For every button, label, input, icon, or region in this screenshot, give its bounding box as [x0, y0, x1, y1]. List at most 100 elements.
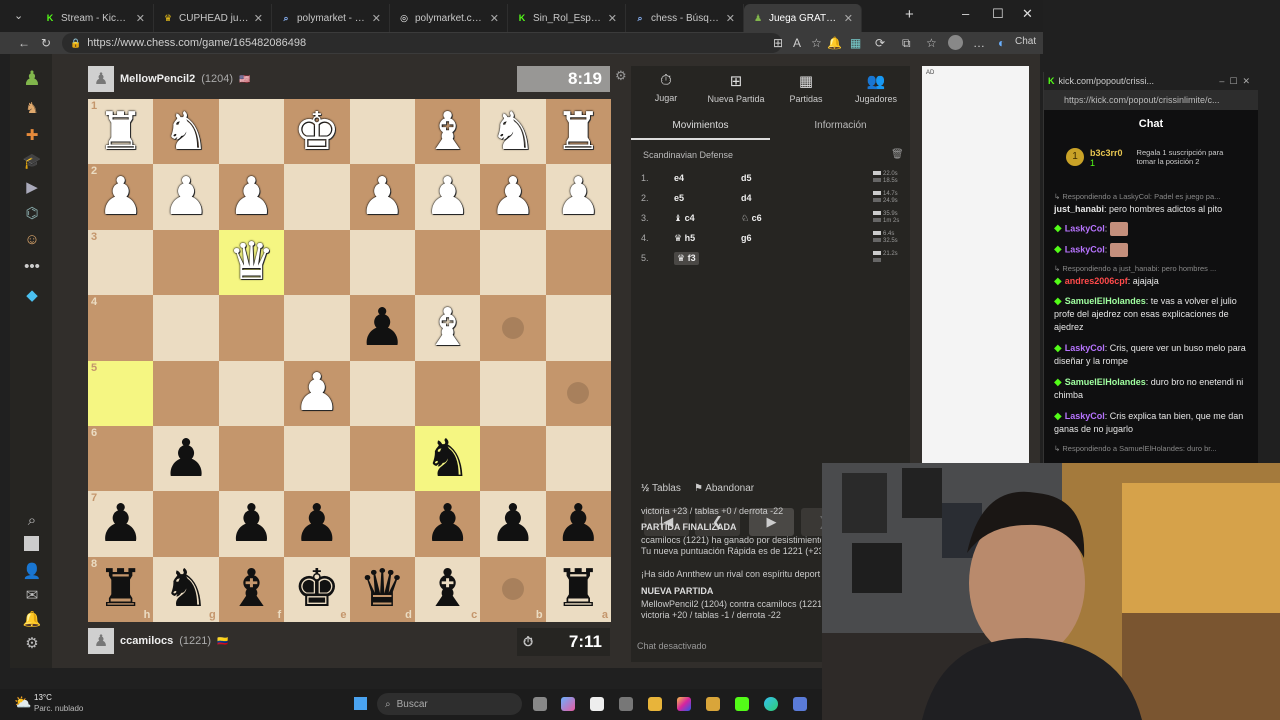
white-knight-piece[interactable]: ♞ — [490, 106, 537, 158]
board-square[interactable]: 5 — [88, 360, 154, 426]
black-king-piece[interactable]: ♚ — [294, 563, 341, 615]
board-square[interactable]: c ♝ — [414, 556, 481, 622]
windows-start-icon[interactable] — [353, 696, 368, 711]
board-square[interactable]: ♜ — [545, 99, 611, 165]
board-square[interactable]: 8 h ♜ — [88, 556, 154, 622]
white-knight-piece[interactable]: ♞ — [163, 106, 210, 158]
chess-board[interactable]: 1 ♜ ♞ ♚ ♝ ♞ ♜ 2 ♟ ♟ ♟ ♟ ♟ ♟ ♟ 3 ♛ 4 ♟ ♝ 5 ♟ 6 ♟ ♞ 7 ♟ ♟ ♟ ♟ ♟ ♟ 8 h ♜ g ♞ f ♝ e… — [88, 99, 611, 622]
move-hint-dot[interactable] — [501, 316, 524, 339]
board-square[interactable] — [349, 229, 415, 296]
white-bishop-piece[interactable]: ♝ — [424, 106, 471, 158]
board-square[interactable] — [218, 99, 285, 165]
black-move[interactable]: d4 — [741, 193, 752, 203]
white-pawn-piece[interactable]: ♟ — [97, 171, 144, 223]
more-menu-icon[interactable]: … — [973, 36, 985, 50]
white-move[interactable]: e5 — [674, 193, 684, 203]
board-square[interactable]: ♟ — [218, 491, 285, 557]
settings-icon[interactable]: ⚙ — [22, 634, 42, 652]
panel-nav-partidas[interactable]: ▦ Partidas — [771, 66, 841, 104]
folder-app-icon[interactable] — [706, 697, 720, 711]
favorite-star-icon[interactable]: ☆ — [811, 36, 822, 50]
board-square[interactable] — [218, 360, 285, 426]
back-icon[interactable]: ← — [18, 36, 30, 50]
copilot-app-icon[interactable] — [561, 697, 575, 711]
white-king-piece[interactable]: ♚ — [294, 106, 341, 158]
black-rook-piece[interactable]: ♜ — [555, 563, 602, 615]
refresh-extension-icon[interactable]: ⟳ — [875, 36, 885, 50]
black-pawn-piece[interactable]: ♟ — [97, 498, 144, 550]
learn-icon[interactable]: 🎓 — [22, 152, 42, 170]
board-square[interactable]: ♟ — [545, 164, 611, 230]
board-square[interactable]: ♟ — [284, 491, 350, 557]
board-square[interactable]: ♝ — [414, 295, 481, 361]
task-view-icon[interactable] — [533, 697, 547, 711]
black-move[interactable]: d5 — [741, 173, 752, 183]
board-square[interactable] — [545, 360, 611, 426]
white-pawn-piece[interactable]: ♟ — [294, 367, 341, 419]
move-hint-dot[interactable] — [567, 382, 590, 405]
board-square[interactable]: ♟ — [153, 164, 219, 230]
black-pawn-piece[interactable]: ♟ — [555, 498, 602, 550]
taskbar-search[interactable]: ⌕ Buscar — [377, 693, 522, 715]
tab-close-icon[interactable]: ✕ — [254, 12, 263, 25]
board-square[interactable] — [480, 229, 546, 296]
settings-app-icon[interactable] — [619, 697, 633, 711]
board-square[interactable]: e ♚ — [284, 556, 350, 622]
copilot-icon[interactable]: ◐ — [998, 36, 1005, 50]
board-square[interactable] — [153, 295, 219, 361]
white-pawn-piece[interactable]: ♟ — [490, 171, 537, 223]
black-pawn-piece[interactable]: ♟ — [490, 498, 537, 550]
white-bishop-piece[interactable]: ♝ — [424, 302, 471, 354]
profile-avatar[interactable] — [948, 35, 963, 50]
board-square[interactable]: ♟ — [414, 164, 481, 230]
weather-icon[interactable]: ⛅ — [14, 694, 31, 711]
split-screen-icon[interactable]: ⧉ — [902, 36, 911, 51]
black-move[interactable]: ♘ c6 — [741, 213, 762, 224]
panel-nav-nueva-partida[interactable]: ⊞ Nueva Partida — [701, 66, 771, 104]
board-square[interactable] — [414, 229, 481, 296]
kick-app-icon[interactable] — [735, 697, 749, 711]
black-bishop-piece[interactable]: ♝ — [424, 563, 471, 615]
board-square[interactable] — [349, 491, 415, 557]
tab-close-icon[interactable]: ✕ — [490, 12, 499, 25]
black-rook-piece[interactable]: ♜ — [97, 563, 144, 615]
white-move[interactable]: ♛ h5 — [674, 233, 695, 244]
black-pawn-piece[interactable]: ♟ — [228, 498, 275, 550]
board-square[interactable]: ♟ — [218, 164, 285, 230]
board-square[interactable]: ♟ — [349, 295, 415, 361]
user-avatar-icon[interactable] — [24, 536, 39, 551]
white-move[interactable]: ♝ c4 — [674, 213, 695, 224]
board-square[interactable]: ♟ — [480, 491, 546, 557]
chat-username[interactable]: just_hanabi — [1054, 204, 1104, 214]
store-app-icon[interactable] — [793, 697, 807, 711]
black-knight-piece[interactable]: ♞ — [163, 563, 210, 615]
board-square[interactable] — [284, 295, 350, 361]
bottom-player-name[interactable]: ccamilocs — [120, 635, 173, 647]
sub-leaderboard[interactable]: 1 b3c3rr0 1 Regala 1 suscripción para to… — [1066, 148, 1225, 168]
copilot-label[interactable]: Chat — [1015, 36, 1036, 47]
board-square[interactable] — [545, 295, 611, 361]
notifications-icon[interactable]: 🔔 — [22, 610, 42, 628]
white-rook-piece[interactable]: ♜ — [555, 106, 602, 158]
chat-username[interactable]: LaskyCol — [1065, 343, 1105, 353]
search-icon[interactable]: ⌕ — [22, 512, 42, 529]
board-square[interactable]: ♟ — [349, 164, 415, 230]
browser-tab[interactable]: ⌕ polymarket - Búsqueda ✕ — [272, 4, 390, 32]
board-square[interactable]: 1 ♜ — [88, 99, 154, 165]
kick-window-controls[interactable]: – ☐ ✕ — [1219, 76, 1250, 87]
board-square[interactable]: ♞ — [480, 99, 546, 165]
board-square[interactable] — [284, 425, 350, 492]
file-explorer-icon[interactable] — [648, 697, 662, 711]
board-square[interactable]: 7 ♟ — [88, 491, 154, 557]
board-square[interactable] — [153, 491, 219, 557]
white-move[interactable]: e4 — [674, 173, 684, 183]
notion-app-icon[interactable] — [590, 697, 604, 711]
chat-username[interactable]: LaskyCol — [1065, 223, 1105, 233]
new-tab-button[interactable]: + — [905, 6, 914, 23]
board-square[interactable]: f ♝ — [218, 556, 285, 622]
board-square[interactable] — [284, 164, 350, 230]
black-pawn-piece[interactable]: ♟ — [294, 498, 341, 550]
browser-tab[interactable]: ♛ CUPHEAD juego gratis c ✕ — [154, 4, 272, 32]
board-square[interactable]: g ♞ — [153, 556, 219, 622]
chat-username[interactable]: SamuelElHolandes — [1065, 377, 1146, 387]
